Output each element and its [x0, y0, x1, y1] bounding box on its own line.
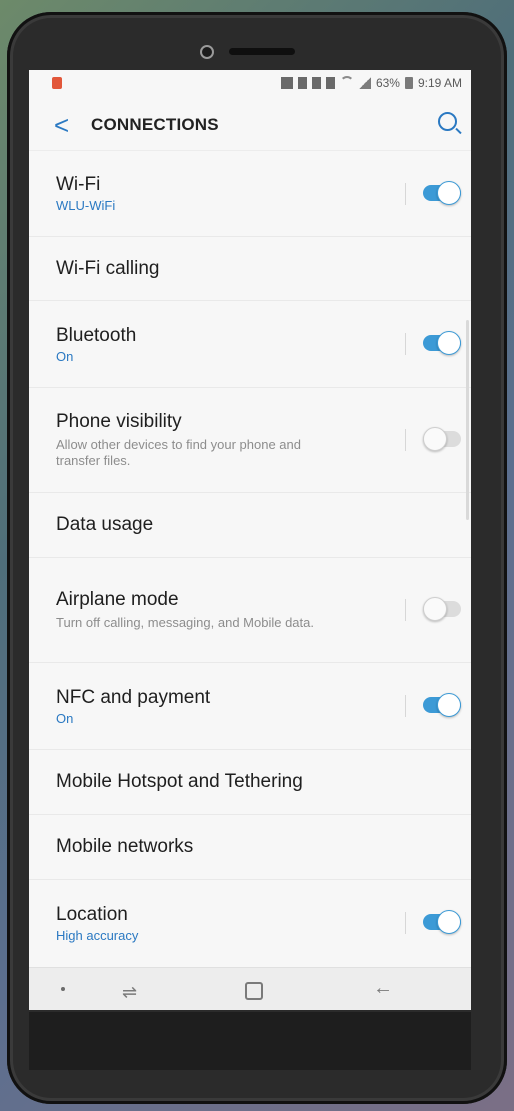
- setting-title: Data usage: [56, 514, 154, 535]
- setting-title: Phone visibility: [56, 411, 182, 432]
- setting-title: NFC and payment: [56, 686, 211, 708]
- airplane-mode-toggle[interactable]: [423, 597, 461, 621]
- location-toggle[interactable]: [423, 910, 461, 934]
- cast-icon: [280, 77, 293, 89]
- setting-row-airplane-mode[interactable]: Airplane mode Turn off calling, messagin…: [29, 558, 471, 663]
- app-notification-icon: [52, 77, 62, 89]
- battery-icon: [404, 77, 413, 89]
- setting-row-data-usage[interactable]: Data usage: [29, 493, 471, 558]
- row-divider: [405, 182, 406, 205]
- setting-row-bluetooth[interactable]: Bluetooth On: [29, 301, 471, 388]
- wifi-icon: [339, 76, 354, 90]
- row-divider: [405, 695, 406, 717]
- app-header: < CONNECTIONS: [29, 98, 471, 151]
- row-divider: [405, 912, 406, 934]
- phone-visibility-toggle[interactable]: [423, 427, 461, 451]
- toggle-knob: [437, 180, 461, 205]
- navigation-bar: ⇌ ←: [29, 967, 471, 1010]
- page-title: CONNECTIONS: [91, 115, 219, 134]
- recent-apps-icon[interactable]: ⇌: [122, 982, 137, 1003]
- battery-percentage: 63%: [375, 76, 400, 90]
- setting-status: WLU-WiFi: [56, 198, 116, 213]
- toggle-knob: [437, 910, 461, 934]
- bluetooth-toggle[interactable]: [423, 331, 461, 355]
- setting-title: Location: [56, 903, 128, 925]
- setting-title: Wi-Fi: [56, 174, 101, 195]
- setting-title: Mobile networks: [56, 836, 194, 857]
- setting-description: Turn off calling, messaging, and Mobile …: [56, 615, 314, 630]
- toggle-knob: [437, 693, 461, 717]
- signal-icon: [358, 77, 371, 89]
- back-nav-icon[interactable]: ←: [373, 977, 393, 1000]
- setting-title: Wi-Fi calling: [56, 257, 160, 279]
- row-divider: [405, 599, 406, 621]
- row-divider: [405, 429, 406, 451]
- toggle-knob: [437, 331, 461, 355]
- setting-status: On: [56, 348, 74, 364]
- status-bar: 63% 9:19 AM: [29, 70, 471, 98]
- wifi-toggle[interactable]: [423, 180, 461, 205]
- setting-row-location[interactable]: Location High accuracy: [29, 880, 471, 966]
- row-divider: [405, 333, 406, 355]
- connections-list: Wi-Fi WLU-WiFi Wi-Fi calling Bluetooth O…: [29, 151, 471, 966]
- setting-status: On: [56, 710, 74, 726]
- setting-title: Bluetooth: [56, 324, 137, 346]
- home-icon[interactable]: [245, 982, 263, 1000]
- setting-description: Allow other devices to find your phone a…: [56, 437, 301, 468]
- setting-row-phone-visibility[interactable]: Phone visibility Allow other devices to …: [29, 388, 471, 493]
- notification-icon: [325, 77, 335, 89]
- setting-row-hotspot[interactable]: Mobile Hotspot and Tethering: [29, 750, 471, 815]
- toggle-knob: [423, 427, 447, 451]
- bluetooth-icon: [297, 77, 307, 89]
- status-time: 9:19 AM: [417, 76, 462, 90]
- settings-screen: 63% 9:19 AM < CONNECTIONS Wi-Fi WLU-WiFi…: [29, 70, 471, 1010]
- setting-status: High accuracy: [56, 927, 139, 943]
- setting-title: Airplane mode: [56, 589, 179, 610]
- back-button[interactable]: <: [54, 112, 69, 138]
- nfc-icon: [311, 77, 321, 89]
- toggle-knob: [423, 597, 447, 621]
- front-camera-icon: [200, 45, 214, 59]
- search-icon[interactable]: [438, 112, 457, 131]
- status-icons: 63% 9:19 AM: [280, 76, 462, 90]
- setting-row-wifi-calling[interactable]: Wi-Fi calling: [29, 237, 471, 301]
- setting-row-mobile-networks[interactable]: Mobile networks: [29, 815, 471, 880]
- earpiece-speaker: [229, 48, 295, 55]
- setting-title: Mobile Hotspot and Tethering: [56, 771, 303, 792]
- setting-row-nfc[interactable]: NFC and payment On: [29, 663, 471, 750]
- nfc-toggle[interactable]: [423, 693, 461, 717]
- setting-row-wifi[interactable]: Wi-Fi WLU-WiFi: [29, 151, 471, 237]
- phone-bottom-bezel: [29, 1012, 471, 1070]
- scrollbar[interactable]: [466, 320, 469, 520]
- nav-indicator-dot: [61, 987, 65, 991]
